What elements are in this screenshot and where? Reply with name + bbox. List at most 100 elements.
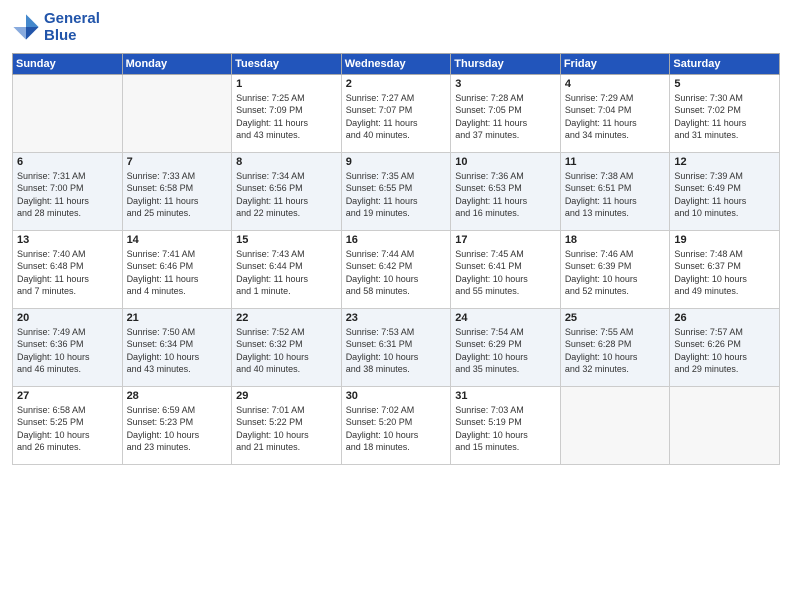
day-info: Sunrise: 6:58 AM Sunset: 5:25 PM Dayligh… bbox=[17, 404, 118, 454]
calendar-cell bbox=[670, 386, 780, 464]
calendar-cell: 26Sunrise: 7:57 AM Sunset: 6:26 PM Dayli… bbox=[670, 308, 780, 386]
day-number: 4 bbox=[565, 78, 666, 90]
calendar-cell: 4 Sunrise: 7:29 AM Sunset: 7:04 PM Daylig… bbox=[560, 74, 670, 152]
day-number: 26 bbox=[674, 312, 775, 324]
calendar-cell: 15 Sunrise: 7:43 AM Sunset: 6:44 PM Dayli… bbox=[232, 230, 342, 308]
day-info: Sunrise: 7:43 AM Sunset: 6:44 PM Dayligh… bbox=[236, 248, 337, 298]
day-info: Sunrise: 7:34 AM Sunset: 6:56 PM Dayligh… bbox=[236, 170, 337, 220]
calendar-week-row: 1Sunrise: 7:25 AM Sunset: 7:09 PM Daylig… bbox=[13, 74, 780, 152]
weekday-header: Wednesday bbox=[341, 53, 451, 74]
day-number: 30 bbox=[346, 390, 447, 402]
calendar-cell: 29 Sunrise: 7:01 AM Sunset: 5:22 PM Dayli… bbox=[232, 386, 342, 464]
calendar-cell: 31 Sunrise: 7:03 AM Sunset: 5:19 PM Dayli… bbox=[451, 386, 561, 464]
day-number: 18 bbox=[565, 234, 666, 246]
day-number: 23 bbox=[346, 312, 447, 324]
calendar-cell: 20Sunrise: 7:49 AM Sunset: 6:36 PM Dayli… bbox=[13, 308, 123, 386]
calendar-cell: 25 Sunrise: 7:55 AM Sunset: 6:28 PM Dayli… bbox=[560, 308, 670, 386]
calendar-table: SundayMondayTuesdayWednesdayThursdayFrid… bbox=[12, 53, 780, 465]
day-info: Sunrise: 7:52 AM Sunset: 6:32 PM Dayligh… bbox=[236, 326, 337, 376]
calendar-cell: 6 Sunrise: 7:31 AM Sunset: 7:00 PM Daylig… bbox=[13, 152, 123, 230]
logo-icon bbox=[12, 13, 40, 41]
logo-text: General bbox=[44, 10, 100, 27]
day-info: Sunrise: 7:48 AM Sunset: 6:37 PM Dayligh… bbox=[674, 248, 775, 298]
day-number: 6 bbox=[17, 156, 118, 168]
day-number: 15 bbox=[236, 234, 337, 246]
day-number: 22 bbox=[236, 312, 337, 324]
weekday-header: Monday bbox=[122, 53, 232, 74]
weekday-header-row: SundayMondayTuesdayWednesdayThursdayFrid… bbox=[13, 53, 780, 74]
calendar-cell: 10 Sunrise: 7:36 AM Sunset: 6:53 PM Dayli… bbox=[451, 152, 561, 230]
calendar-cell bbox=[13, 74, 123, 152]
weekday-header: Tuesday bbox=[232, 53, 342, 74]
day-number: 12 bbox=[674, 156, 775, 168]
day-info: Sunrise: 7:01 AM Sunset: 5:22 PM Dayligh… bbox=[236, 404, 337, 454]
calendar-cell: 22 Sunrise: 7:52 AM Sunset: 6:32 PM Dayli… bbox=[232, 308, 342, 386]
day-number: 3 bbox=[455, 78, 556, 90]
calendar-cell: 16 Sunrise: 7:44 AM Sunset: 6:42 PM Dayli… bbox=[341, 230, 451, 308]
day-info: Sunrise: 7:35 AM Sunset: 6:55 PM Dayligh… bbox=[346, 170, 447, 220]
calendar-week-row: 6 Sunrise: 7:31 AM Sunset: 7:00 PM Daylig… bbox=[13, 152, 780, 230]
calendar-cell: 3 Sunrise: 7:28 AM Sunset: 7:05 PM Daylig… bbox=[451, 74, 561, 152]
day-number: 9 bbox=[346, 156, 447, 168]
day-info: Sunrise: 7:54 AM Sunset: 6:29 PM Dayligh… bbox=[455, 326, 556, 376]
day-info: Sunrise: 7:30 AM Sunset: 7:02 PM Dayligh… bbox=[674, 92, 775, 142]
calendar-week-row: 13 Sunrise: 7:40 AM Sunset: 6:48 PM Dayli… bbox=[13, 230, 780, 308]
day-number: 5 bbox=[674, 78, 775, 90]
weekday-header: Thursday bbox=[451, 53, 561, 74]
day-number: 25 bbox=[565, 312, 666, 324]
calendar-cell: 27 Sunrise: 6:58 AM Sunset: 5:25 PM Dayli… bbox=[13, 386, 123, 464]
calendar-cell: 7Sunrise: 7:33 AM Sunset: 6:58 PM Daylig… bbox=[122, 152, 232, 230]
day-number: 24 bbox=[455, 312, 556, 324]
day-info: Sunrise: 7:33 AM Sunset: 6:58 PM Dayligh… bbox=[127, 170, 228, 220]
calendar-cell: 14 Sunrise: 7:41 AM Sunset: 6:46 PM Dayli… bbox=[122, 230, 232, 308]
day-info: Sunrise: 7:49 AM Sunset: 6:36 PM Dayligh… bbox=[17, 326, 118, 376]
day-info: Sunrise: 6:59 AM Sunset: 5:23 PM Dayligh… bbox=[127, 404, 228, 454]
calendar-cell: 9 Sunrise: 7:35 AM Sunset: 6:55 PM Daylig… bbox=[341, 152, 451, 230]
day-number: 17 bbox=[455, 234, 556, 246]
calendar-cell: 8 Sunrise: 7:34 AM Sunset: 6:56 PM Daylig… bbox=[232, 152, 342, 230]
day-info: Sunrise: 7:38 AM Sunset: 6:51 PM Dayligh… bbox=[565, 170, 666, 220]
day-info: Sunrise: 7:02 AM Sunset: 5:20 PM Dayligh… bbox=[346, 404, 447, 454]
day-number: 16 bbox=[346, 234, 447, 246]
day-info: Sunrise: 7:25 AM Sunset: 7:09 PM Dayligh… bbox=[236, 92, 337, 142]
calendar-cell: 19Sunrise: 7:48 AM Sunset: 6:37 PM Dayli… bbox=[670, 230, 780, 308]
day-number: 11 bbox=[565, 156, 666, 168]
calendar-week-row: 20Sunrise: 7:49 AM Sunset: 6:36 PM Dayli… bbox=[13, 308, 780, 386]
day-number: 21 bbox=[127, 312, 228, 324]
day-number: 13 bbox=[17, 234, 118, 246]
calendar-cell: 12 Sunrise: 7:39 AM Sunset: 6:49 PM Dayli… bbox=[670, 152, 780, 230]
calendar-cell bbox=[122, 74, 232, 152]
day-number: 10 bbox=[455, 156, 556, 168]
day-info: Sunrise: 7:31 AM Sunset: 7:00 PM Dayligh… bbox=[17, 170, 118, 220]
day-info: Sunrise: 7:44 AM Sunset: 6:42 PM Dayligh… bbox=[346, 248, 447, 298]
day-info: Sunrise: 7:53 AM Sunset: 6:31 PM Dayligh… bbox=[346, 326, 447, 376]
day-number: 14 bbox=[127, 234, 228, 246]
weekday-header: Sunday bbox=[13, 53, 123, 74]
calendar-cell: 18 Sunrise: 7:46 AM Sunset: 6:39 PM Dayli… bbox=[560, 230, 670, 308]
day-info: Sunrise: 7:40 AM Sunset: 6:48 PM Dayligh… bbox=[17, 248, 118, 298]
day-info: Sunrise: 7:39 AM Sunset: 6:49 PM Dayligh… bbox=[674, 170, 775, 220]
calendar-cell: 30 Sunrise: 7:02 AM Sunset: 5:20 PM Dayli… bbox=[341, 386, 451, 464]
day-number: 8 bbox=[236, 156, 337, 168]
day-number: 31 bbox=[455, 390, 556, 402]
day-info: Sunrise: 7:45 AM Sunset: 6:41 PM Dayligh… bbox=[455, 248, 556, 298]
calendar-cell: 24 Sunrise: 7:54 AM Sunset: 6:29 PM Dayli… bbox=[451, 308, 561, 386]
day-info: Sunrise: 7:41 AM Sunset: 6:46 PM Dayligh… bbox=[127, 248, 228, 298]
calendar-cell: 5 Sunrise: 7:30 AM Sunset: 7:02 PM Daylig… bbox=[670, 74, 780, 152]
day-number: 27 bbox=[17, 390, 118, 402]
day-info: Sunrise: 7:46 AM Sunset: 6:39 PM Dayligh… bbox=[565, 248, 666, 298]
day-info: Sunrise: 7:36 AM Sunset: 6:53 PM Dayligh… bbox=[455, 170, 556, 220]
calendar-cell: 2 Sunrise: 7:27 AM Sunset: 7:07 PM Daylig… bbox=[341, 74, 451, 152]
day-info: Sunrise: 7:28 AM Sunset: 7:05 PM Dayligh… bbox=[455, 92, 556, 142]
day-number: 29 bbox=[236, 390, 337, 402]
day-number: 2 bbox=[346, 78, 447, 90]
calendar-cell: 28Sunrise: 6:59 AM Sunset: 5:23 PM Dayli… bbox=[122, 386, 232, 464]
logo: General Blue bbox=[12, 10, 100, 45]
logo-blue: Blue bbox=[44, 27, 100, 44]
day-info: Sunrise: 7:29 AM Sunset: 7:04 PM Dayligh… bbox=[565, 92, 666, 142]
calendar-cell: 13 Sunrise: 7:40 AM Sunset: 6:48 PM Dayli… bbox=[13, 230, 123, 308]
day-info: Sunrise: 7:27 AM Sunset: 7:07 PM Dayligh… bbox=[346, 92, 447, 142]
calendar-cell bbox=[560, 386, 670, 464]
day-info: Sunrise: 7:55 AM Sunset: 6:28 PM Dayligh… bbox=[565, 326, 666, 376]
day-info: Sunrise: 7:03 AM Sunset: 5:19 PM Dayligh… bbox=[455, 404, 556, 454]
